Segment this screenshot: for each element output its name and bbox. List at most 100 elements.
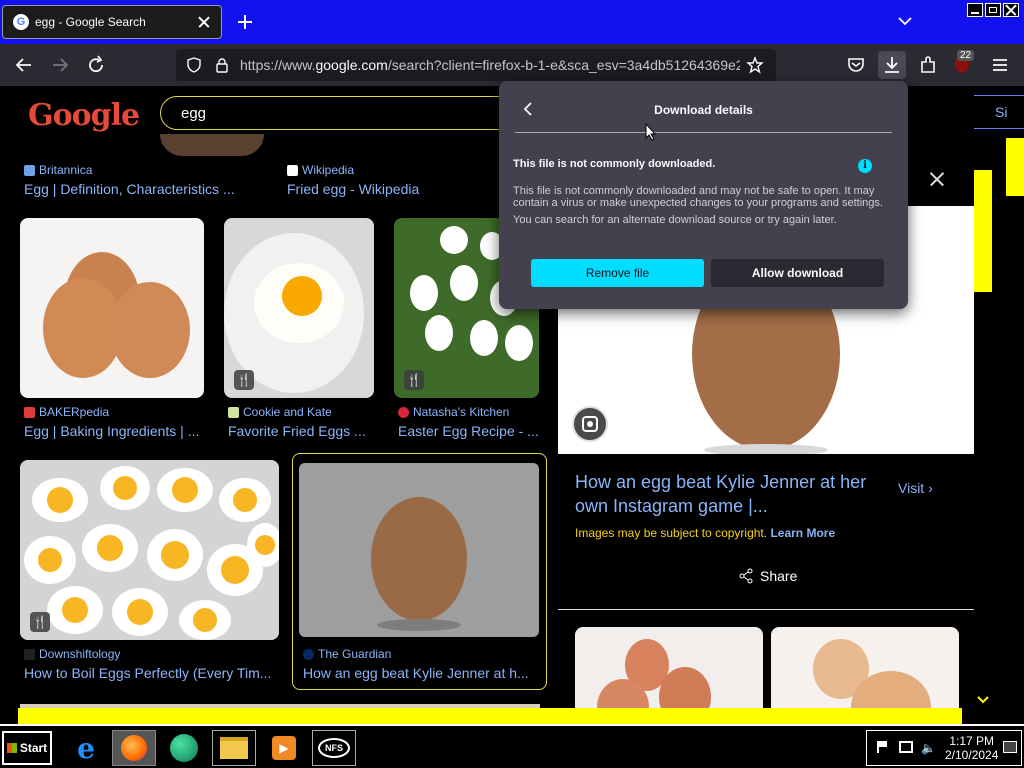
navigation-toolbar: https://www.google.com/search?client=fir… (0, 44, 1024, 86)
google-logo[interactable]: Google (28, 98, 140, 133)
firefox-taskbar-icon[interactable] (112, 730, 156, 766)
visit-button[interactable]: Visit › (898, 480, 933, 496)
pocket-icon[interactable] (844, 53, 868, 77)
horizontal-scrollbar[interactable] (0, 708, 1024, 724)
preview-close-icon[interactable] (928, 170, 946, 188)
related-image-1[interactable] (575, 627, 763, 708)
wikipedia-favicon-icon (287, 164, 298, 176)
the-guardian-favicon-icon (303, 648, 314, 660)
brown-eggs-image (43, 252, 190, 378)
horizontal-scrollbar-thumb[interactable] (18, 708, 962, 724)
windows-taskbar: Start e ▶ NFS 🔈 1:17 PM 2/10/2024 (0, 724, 1024, 768)
desktop: G egg - Google Search https://www.google… (0, 0, 1024, 768)
result-source[interactable]: Britannica (24, 163, 92, 177)
copyright-notice: Images may be subject to copyright. Lear… (575, 526, 836, 540)
result-caption[interactable]: Fried egg - Wikipedia (287, 181, 527, 197)
result-caption[interactable]: How to Boil Eggs Perfectly (Every Tim... (24, 665, 279, 681)
downloads-icon[interactable] (878, 51, 906, 79)
result-source[interactable]: Natasha's Kitchen (398, 405, 509, 419)
hamburger-menu-icon[interactable] (988, 53, 1012, 77)
recipe-badge-icon: 🍴 (30, 612, 50, 632)
minimize-icon[interactable] (967, 3, 983, 17)
result-caption[interactable]: Egg | Baking Ingredients | ... (24, 423, 204, 439)
result-image-boiled-eggs[interactable]: 🍴 (20, 460, 279, 640)
url-text[interactable]: https://www.google.com/search?client=fir… (240, 57, 740, 73)
search-input[interactable]: egg (160, 96, 540, 130)
learn-more-link[interactable]: Learn More (770, 526, 835, 540)
lock-icon[interactable] (214, 57, 230, 73)
bookmark-star-icon[interactable] (746, 56, 764, 74)
tab-close-icon[interactable] (197, 15, 211, 29)
result-caption[interactable]: How an egg beat Kylie Jenner at h... (303, 665, 533, 681)
alternate-source-text: You can search for an alternate download… (513, 214, 837, 226)
share-button[interactable]: Share (738, 568, 797, 584)
result-caption[interactable]: Egg | Definition, Characteristics ... (24, 181, 244, 197)
result-source[interactable]: Cookie and Kate (228, 405, 332, 419)
recipe-badge-icon: 🍴 (404, 370, 424, 390)
divider (558, 609, 974, 610)
back-icon[interactable] (12, 53, 36, 77)
scrollbar-thumb[interactable] (974, 170, 992, 292)
britannica-favicon-icon (24, 164, 35, 176)
browser-tab-active[interactable]: G egg - Google Search (2, 5, 222, 39)
window-close-icon[interactable] (1003, 3, 1019, 17)
panel-title: Download details (654, 103, 753, 117)
sign-in-button[interactable]: Si (970, 95, 1024, 129)
bakerpedia-favicon-icon (24, 406, 35, 418)
forward-icon[interactable] (48, 53, 72, 77)
result-caption[interactable]: Favorite Fried Eggs ... (228, 423, 374, 439)
download-details-panel: Download details This file is not common… (499, 81, 908, 309)
tab-title: egg - Google Search (35, 15, 146, 29)
mouse-cursor-icon (645, 123, 657, 141)
result-image-brown-eggs[interactable] (20, 218, 204, 398)
info-icon: i (858, 159, 872, 173)
vertical-scrollbar[interactable] (974, 168, 992, 708)
start-button[interactable]: Start (2, 731, 52, 765)
result-source[interactable]: The Guardian (303, 647, 391, 661)
tracking-protection-shield-icon[interactable] (186, 57, 202, 73)
result-source[interactable]: BAKERpedia (24, 405, 109, 419)
scroll-down-icon[interactable] (974, 694, 992, 706)
cookie-and-kate-favicon-icon (228, 406, 239, 418)
result-image-fried-egg[interactable]: 🍴 (224, 218, 374, 398)
reload-icon[interactable] (84, 53, 108, 77)
result-caption[interactable]: Easter Egg Recipe - ... (398, 423, 539, 439)
windows-flag-icon (6, 743, 17, 753)
boiled-eggs-image (20, 460, 279, 640)
share-icon (739, 568, 753, 584)
globe-app-icon[interactable] (162, 730, 206, 766)
result-source[interactable]: Wikipedia (287, 163, 354, 177)
network-icon[interactable] (899, 741, 913, 753)
system-tray: 🔈 1:17 PM 2/10/2024 (866, 730, 1022, 766)
record-egg-image (299, 463, 539, 637)
preview-title[interactable]: How an egg beat Kylie Jenner at her own … (575, 470, 875, 518)
extension-badge: 22 (957, 50, 975, 61)
divider (515, 132, 892, 133)
new-tab-icon[interactable] (234, 11, 256, 33)
google-favicon-icon: G (13, 14, 29, 30)
warning-text: This file is not commonly downloaded and… (513, 185, 883, 209)
show-desktop-icon[interactable] (1003, 741, 1017, 753)
recipe-badge-icon: 🍴 (234, 370, 254, 390)
media-player-icon[interactable]: ▶ (262, 730, 306, 766)
internet-explorer-icon[interactable]: e (64, 730, 108, 766)
natashas-kitchen-favicon-icon (398, 406, 409, 418)
restore-icon[interactable] (985, 3, 1001, 17)
nfs-game-icon[interactable]: NFS (312, 730, 356, 766)
volume-muted-icon[interactable]: 🔈 (921, 741, 936, 755)
remove-file-button[interactable]: Remove file (531, 259, 704, 287)
related-image-2[interactable] (771, 627, 959, 708)
list-all-tabs-icon[interactable] (896, 12, 914, 30)
allow-download-button[interactable]: Allow download (711, 259, 884, 287)
extensions-icon[interactable] (916, 53, 940, 77)
system-clock[interactable]: 1:17 PM 2/10/2024 (945, 734, 998, 762)
page-scrollbar-thumb[interactable] (1006, 138, 1024, 196)
warning-description: This file is not commonly downloaded and… (513, 185, 893, 227)
result-image-partial[interactable] (160, 134, 264, 156)
result-source[interactable]: Downshiftology (24, 647, 120, 661)
file-explorer-icon[interactable] (212, 730, 256, 766)
address-bar[interactable]: https://www.google.com/search?client=fir… (176, 49, 776, 81)
warning-heading: This file is not commonly downloaded. (513, 158, 716, 170)
action-center-flag-icon[interactable] (877, 741, 887, 753)
google-lens-icon[interactable] (572, 406, 608, 442)
